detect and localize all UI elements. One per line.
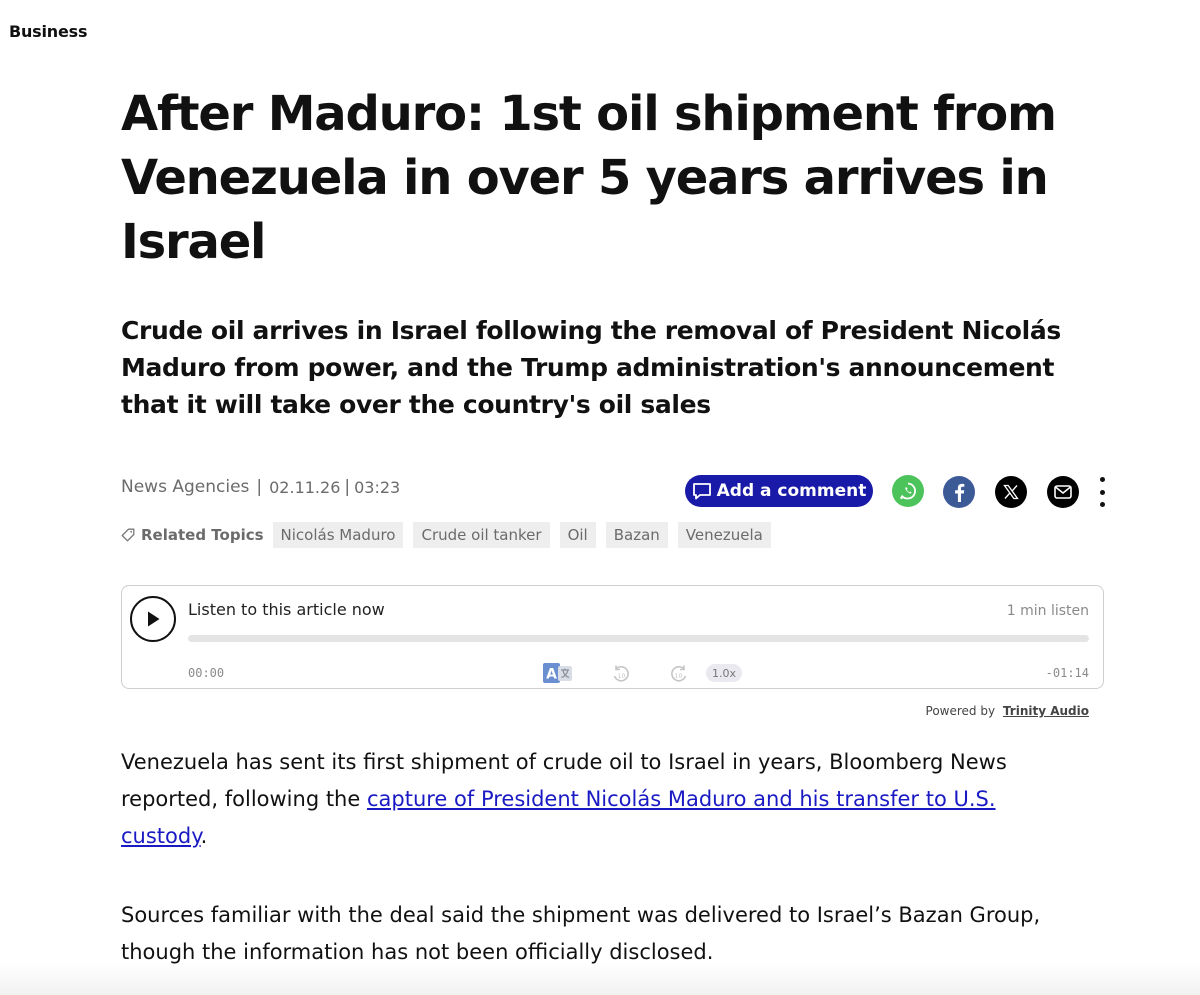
player-title: Listen to this article now xyxy=(188,600,385,619)
email-icon xyxy=(1054,485,1072,499)
publish-date: 02.11.26 xyxy=(269,477,341,497)
svg-text:10: 10 xyxy=(675,673,683,680)
related-topics-label: Related Topics xyxy=(141,526,264,544)
article-paragraph: Venezuela has sent its first shipment of… xyxy=(121,744,1081,855)
article-subheadline: Crude oil arrives in Israel following th… xyxy=(121,316,1061,419)
article-headline: After Maduro: 1st oil shipment from Vene… xyxy=(121,86,1057,270)
topic-chip[interactable]: Venezuela xyxy=(677,522,771,548)
topic-chip[interactable]: Nicolás Maduro xyxy=(272,522,404,548)
whatsapp-icon xyxy=(900,482,916,500)
related-topics: Related Topics Nicolás Maduro Crude oil … xyxy=(121,522,781,548)
powered-by-label: Powered by xyxy=(925,704,996,718)
powered-by: Powered by Trinity Audio xyxy=(926,704,1089,718)
remaining-time: -01:14 xyxy=(1045,666,1089,680)
audio-player: Listen to this article now 1 min listen … xyxy=(121,585,1104,689)
rewind-icon: 10 xyxy=(613,665,629,682)
forward-button[interactable]: 10 xyxy=(668,663,690,685)
add-comment-button[interactable]: Add a comment xyxy=(685,475,873,507)
meta-separator: | xyxy=(344,477,351,497)
rewind-button[interactable]: 10 xyxy=(610,663,632,685)
play-button[interactable] xyxy=(130,596,176,642)
more-vertical-icon xyxy=(1099,477,1105,482)
svg-text:10: 10 xyxy=(618,673,626,680)
section-label[interactable]: Business xyxy=(9,22,87,41)
play-icon xyxy=(148,611,160,627)
translate-button[interactable]: A xyxy=(542,661,574,685)
author-name[interactable]: News Agencies xyxy=(121,477,249,497)
comment-icon xyxy=(692,483,711,500)
tag-icon xyxy=(121,528,135,542)
x-share-button[interactable] xyxy=(995,476,1027,508)
topic-chip[interactable]: Crude oil tanker xyxy=(413,522,550,548)
listen-duration: 1 min listen xyxy=(1006,603,1089,619)
email-share-button[interactable] xyxy=(1047,476,1079,508)
article-paragraph: Sources familiar with the deal said the … xyxy=(121,903,1041,964)
paragraph-text: . xyxy=(200,824,208,848)
x-icon xyxy=(1003,484,1019,500)
topic-chip[interactable]: Bazan xyxy=(605,522,668,548)
trinity-audio-link[interactable]: Trinity Audio xyxy=(1003,704,1089,718)
translate-icon: A xyxy=(543,663,572,683)
facebook-icon xyxy=(955,483,965,502)
more-vertical-icon xyxy=(1099,502,1105,507)
forward-icon: 10 xyxy=(671,665,687,682)
progress-bar[interactable] xyxy=(188,635,1089,642)
more-options-button[interactable] xyxy=(1096,477,1108,507)
article-meta: News Agencies | 02.11.26 | 03:23 xyxy=(121,477,400,497)
playback-speed-button[interactable]: 1.0x xyxy=(706,664,742,682)
whatsapp-share-button[interactable] xyxy=(892,475,924,507)
meta-separator: | xyxy=(256,477,263,497)
publish-time: 03:23 xyxy=(354,477,401,497)
facebook-share-button[interactable] xyxy=(943,476,975,508)
topic-chip[interactable]: Oil xyxy=(559,522,596,548)
more-vertical-icon xyxy=(1099,489,1105,495)
svg-text:A: A xyxy=(546,667,557,683)
current-time: 00:00 xyxy=(188,666,225,680)
add-comment-label: Add a comment xyxy=(716,481,867,501)
